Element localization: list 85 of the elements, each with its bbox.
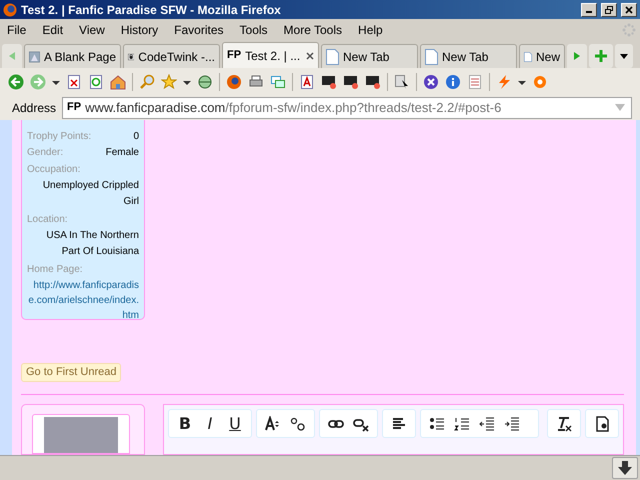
browser-tab[interactable]: New Tab [420, 44, 517, 68]
down-arrow-icon [618, 461, 632, 475]
url-text: www.fanficparadise.com/fpforum-sfw/index.php?threads/test-2.2/#post-6 [85, 98, 502, 117]
picture-icon [29, 48, 40, 64]
field-label: Location: [27, 213, 69, 227]
monitor-icon[interactable] [365, 74, 381, 90]
clear-format-icon[interactable] [556, 416, 572, 432]
tab-title: Test 2. | ... [245, 48, 302, 64]
monitor-icon[interactable] [321, 74, 337, 90]
right-triangle-icon [574, 52, 580, 60]
homepage-link[interactable]: http://www.fanficparadise.com/arielschnee/index.htm [27, 278, 139, 320]
tab-list-button[interactable] [615, 44, 633, 68]
tab-title: New Tab [442, 48, 490, 66]
page-icon [326, 48, 339, 64]
field-value: 0 [133, 130, 139, 144]
field-value: Female [106, 146, 139, 160]
list-icon[interactable] [467, 74, 483, 90]
close-icon[interactable] [423, 74, 439, 90]
tab-title: New Tab [343, 48, 390, 66]
star-icon[interactable] [161, 74, 177, 90]
numbered-list-icon[interactable] [454, 416, 470, 432]
field-label: Trophy Points: [27, 130, 92, 144]
menu-item[interactable]: View [75, 20, 109, 38]
menu-item[interactable]: More Tools [280, 20, 346, 38]
stop-icon[interactable] [66, 74, 82, 90]
bullet-list-icon[interactable] [429, 416, 445, 432]
browser-tab[interactable]: New [519, 44, 565, 68]
monitor-icon[interactable] [343, 74, 359, 90]
align-left-icon[interactable] [391, 416, 407, 432]
window-title: Test 2. | Fanfic Paradise SFW - Mozilla Firefox [21, 2, 282, 18]
browser-tab[interactable]: CodeTwink -... [123, 44, 220, 68]
info-icon[interactable] [445, 74, 461, 90]
tab-title: A Blank Page [44, 48, 116, 66]
throbber-icon [622, 23, 636, 37]
minimize-button[interactable] [581, 2, 597, 16]
reload-icon[interactable] [88, 74, 104, 90]
address-field[interactable]: FP www.fanficparadise.com/fpforum-sfw/index.php?threads/test-2.2/#post-6 [62, 96, 632, 118]
menu-item[interactable]: File [3, 20, 30, 38]
font-size-icon[interactable] [265, 416, 281, 432]
back-icon[interactable] [8, 74, 24, 90]
address-label: Address [12, 100, 56, 116]
format-button[interactable]: U [227, 412, 243, 436]
plus-icon [595, 50, 607, 62]
browser-tab[interactable]: A Blank Page [24, 44, 121, 68]
close-button[interactable] [621, 2, 637, 16]
page-icon [425, 48, 438, 64]
field-value: USA In The Northern Part Of Louisiana [45, 229, 139, 259]
browser-tab[interactable]: New Tab [321, 44, 418, 68]
firefox-icon [3, 2, 17, 16]
firefox-icon[interactable] [226, 74, 242, 90]
tab-title: New [536, 48, 560, 66]
site-logo: FP [227, 48, 242, 64]
menu-item[interactable]: Tools [236, 20, 272, 38]
format-button[interactable]: B [177, 412, 193, 436]
caret-icon [615, 104, 625, 111]
field-label: Occupation: [27, 163, 82, 177]
windows-icon[interactable] [270, 74, 286, 90]
outdent-icon[interactable] [479, 416, 495, 432]
first-unread-button[interactable]: Go to First Unread [21, 363, 122, 382]
field-value: Unemployed Crippled Girl [42, 179, 139, 209]
menu-item[interactable]: Favorites [170, 20, 228, 38]
browser-tab[interactable]: FP Test 2. | ... [222, 42, 319, 68]
document-icon[interactable] [299, 74, 315, 90]
cursor-icon[interactable] [394, 74, 410, 90]
home-icon[interactable] [110, 74, 126, 90]
left-triangle-icon [9, 52, 15, 60]
format-button[interactable]: I [202, 412, 218, 436]
site-logo: FP [67, 100, 82, 116]
tab-title: CodeTwink -... [138, 48, 215, 66]
menu-item[interactable]: Edit [38, 20, 68, 38]
globe-icon[interactable] [197, 74, 213, 90]
downloads-button[interactable] [612, 457, 638, 479]
field-label: Gender: [27, 146, 64, 160]
close-icon [306, 52, 314, 60]
indent-icon[interactable] [504, 416, 520, 432]
printer-icon[interactable] [248, 74, 264, 90]
close-icon [625, 6, 633, 14]
menu-item[interactable]: History [116, 20, 162, 38]
minimize-icon [586, 11, 592, 13]
field-label: Home Page: [27, 263, 84, 277]
menu-item[interactable]: Help [354, 20, 387, 38]
caret-icon [620, 54, 628, 58]
restore-icon [605, 6, 613, 14]
restore-button[interactable] [601, 2, 617, 16]
source-icon[interactable] [594, 416, 610, 432]
